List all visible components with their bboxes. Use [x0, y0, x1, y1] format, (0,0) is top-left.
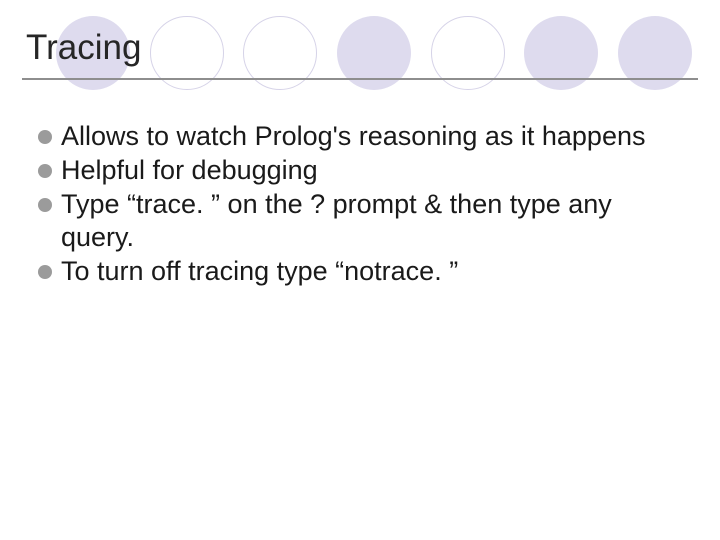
slide-body: Allows to watch Prolog's reasoning as it… [38, 120, 686, 289]
slide-title: Tracing [26, 28, 141, 68]
bullet-text: To turn off tracing type “notrace. ” [61, 255, 686, 288]
list-item: Helpful for debugging [38, 154, 686, 187]
bullet-icon [38, 130, 52, 144]
bullet-text: Type “trace. ” on the ? prompt & then ty… [61, 188, 686, 254]
list-item: Allows to watch Prolog's reasoning as it… [38, 120, 686, 153]
list-item: To turn off tracing type “notrace. ” [38, 255, 686, 288]
bullet-text: Helpful for debugging [61, 154, 686, 187]
bullet-icon [38, 164, 52, 178]
list-item: Type “trace. ” on the ? prompt & then ty… [38, 188, 686, 254]
bullet-icon [38, 198, 52, 212]
title-underline [22, 78, 698, 80]
bullet-icon [38, 265, 52, 279]
bullet-text: Allows to watch Prolog's reasoning as it… [61, 120, 686, 153]
